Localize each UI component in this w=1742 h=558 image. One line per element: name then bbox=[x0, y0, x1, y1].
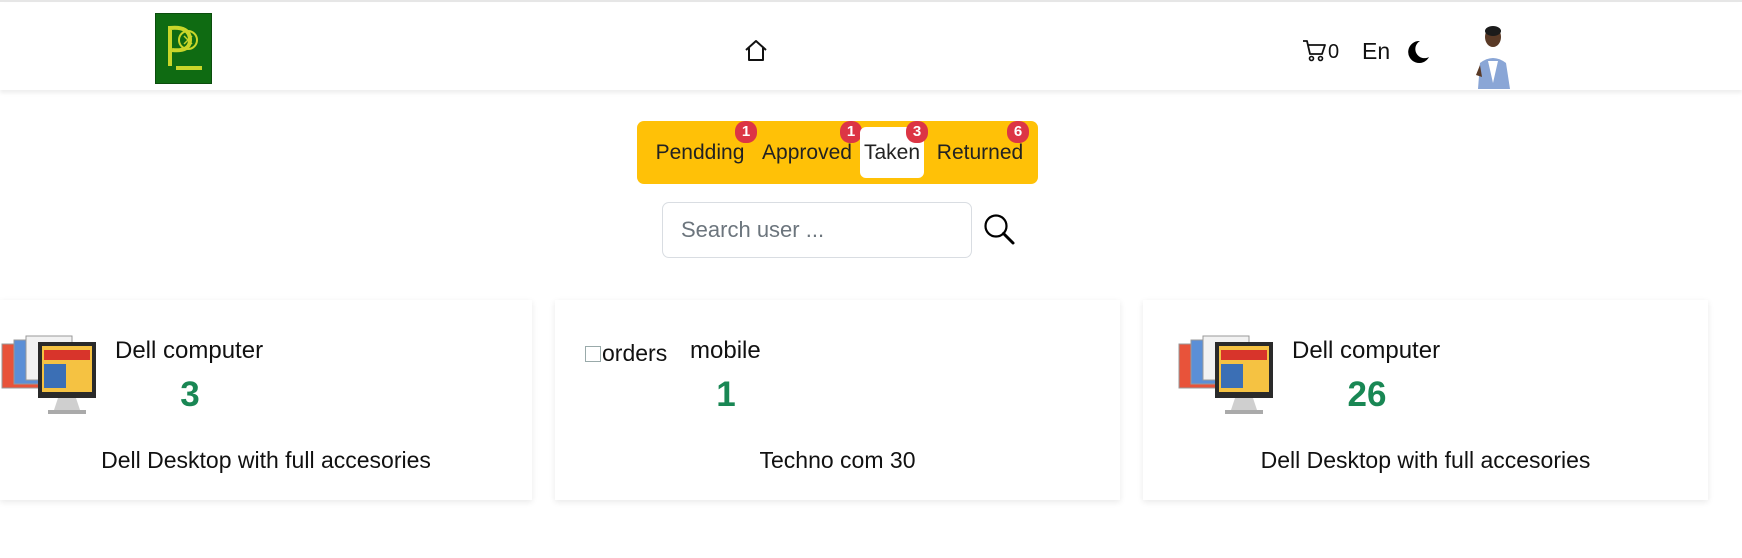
tab-label: Taken bbox=[863, 141, 921, 164]
card-count: 3 bbox=[180, 375, 200, 414]
logo[interactable] bbox=[155, 13, 212, 84]
card-description: Techno com 30 bbox=[759, 447, 916, 473]
status-tabs: Pendding 1 Approved 1 Taken 3 Returned 6 bbox=[637, 121, 1038, 184]
tab-badge: 6 bbox=[1007, 121, 1029, 143]
tab-taken[interactable]: Taken 3 bbox=[860, 121, 928, 178]
card-title: Dell computer bbox=[115, 337, 264, 364]
card-title: mobile bbox=[690, 337, 761, 364]
order-card[interactable]: Dell computer 26 Dell Desktop with full … bbox=[1143, 300, 1708, 500]
tab-pendding[interactable]: Pendding 1 bbox=[645, 121, 757, 178]
tab-badge: 3 bbox=[906, 121, 928, 143]
top-border bbox=[0, 0, 1742, 2]
cart-count: 0 bbox=[1328, 40, 1340, 63]
tab-label: Returned bbox=[936, 141, 1024, 164]
card-count: 26 bbox=[1347, 375, 1387, 414]
image-alt-text: orders bbox=[602, 340, 668, 366]
card-title: Dell computer bbox=[1292, 337, 1441, 364]
order-card[interactable]: orders mobile 1 Techno com 30 bbox=[555, 300, 1120, 500]
tab-label: Pendding bbox=[655, 141, 745, 164]
home-icon[interactable] bbox=[742, 37, 770, 65]
moon-icon[interactable] bbox=[1405, 39, 1431, 65]
tab-label: Approved bbox=[762, 141, 852, 164]
product-image bbox=[0, 330, 104, 422]
language-toggle[interactable]: En bbox=[1362, 38, 1390, 65]
product-image bbox=[1177, 330, 1281, 422]
cart-icon bbox=[1301, 37, 1327, 68]
cart-button[interactable]: 0 bbox=[1301, 38, 1339, 66]
order-card[interactable]: Dell computer 3 Dell Desktop with full a… bbox=[0, 300, 532, 500]
card-count: 1 bbox=[716, 375, 736, 414]
tab-returned[interactable]: Returned 6 bbox=[927, 121, 1033, 178]
search-input[interactable] bbox=[662, 202, 972, 258]
card-description: Dell Desktop with full accesories bbox=[101, 447, 431, 473]
card-description: Dell Desktop with full accesories bbox=[1260, 447, 1591, 473]
broken-image: orders bbox=[585, 340, 667, 367]
search-icon[interactable] bbox=[982, 212, 1016, 246]
navbar: 0 En bbox=[0, 3, 1742, 90]
broken-image-icon bbox=[585, 345, 601, 362]
tab-badge: 1 bbox=[840, 121, 862, 143]
avatar[interactable] bbox=[1470, 23, 1515, 89]
tab-approved[interactable]: Approved 1 bbox=[754, 121, 862, 178]
